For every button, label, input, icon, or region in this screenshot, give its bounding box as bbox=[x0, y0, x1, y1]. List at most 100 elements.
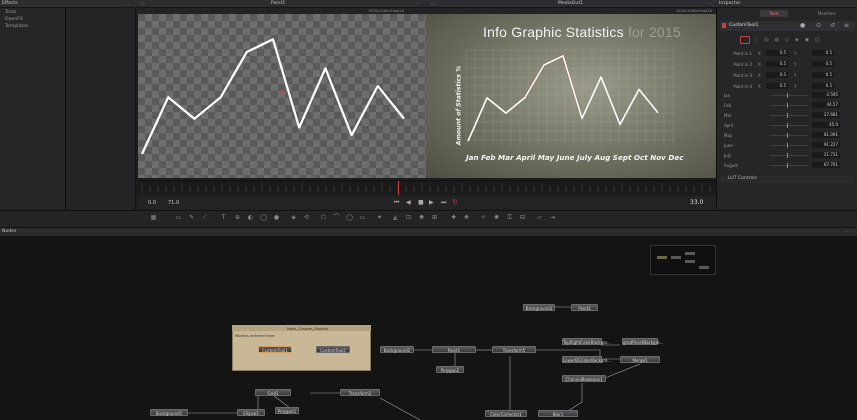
go-to-end-icon[interactable]: ⏭ bbox=[441, 199, 446, 207]
month-value-field[interactable]: 44.57 bbox=[812, 102, 840, 108]
node-polygon2[interactable]: Polygon2 bbox=[436, 366, 464, 373]
node-gradient-background[interactable]: gradResetBackgro... bbox=[622, 338, 663, 345]
transform-tool-icon[interactable]: ⟲ bbox=[303, 214, 310, 221]
node-minimap[interactable] bbox=[650, 245, 716, 275]
month-value-field[interactable]: 91.227 bbox=[812, 142, 840, 148]
point-x-field[interactable]: 0.5 bbox=[766, 83, 788, 89]
month-slider[interactable] bbox=[770, 115, 808, 116]
effects-item-openfx[interactable]: OpenFX bbox=[5, 17, 23, 23]
viewer1-zoom-icon[interactable]: ▭ bbox=[140, 1, 145, 7]
go-to-start-icon[interactable]: ⏮ bbox=[394, 199, 399, 207]
viewer2-zoom-icon[interactable]: ▭ bbox=[430, 1, 435, 7]
month-slider[interactable] bbox=[770, 105, 808, 106]
tab-modifiers[interactable]: Modifiers bbox=[812, 10, 842, 17]
node-merge5[interactable]: Merge5 bbox=[620, 356, 660, 363]
viewer2-canvas[interactable]: Info Graphic Statistics for 2015 Amount … bbox=[426, 14, 716, 178]
month-slider-knob[interactable] bbox=[787, 113, 788, 118]
node-background2[interactable]: Background2 bbox=[380, 346, 414, 353]
viewer2-menu-icon[interactable]: ⋯ bbox=[708, 1, 713, 7]
viewer1-canvas[interactable] bbox=[138, 14, 426, 178]
playhead[interactable] bbox=[398, 181, 399, 195]
point-x-field[interactable]: 0.5 bbox=[766, 61, 788, 67]
point-x-field[interactable]: 0.5 bbox=[766, 72, 788, 78]
month-value-field[interactable]: 21.731 bbox=[812, 152, 840, 158]
node-polygon1[interactable]: Polygon1 bbox=[275, 407, 299, 414]
node-background3[interactable]: Background3 bbox=[523, 304, 555, 311]
inspector-tab-icons[interactable]: ◌◎◍◇◈◉◫ bbox=[754, 37, 826, 43]
node-transform2[interactable]: Transform2 bbox=[340, 389, 380, 396]
step-back-icon[interactable]: ◀ bbox=[406, 199, 411, 206]
month-value-field[interactable]: -3.595 bbox=[812, 92, 840, 98]
frame-end[interactable]: 71.0 bbox=[168, 200, 179, 206]
ellipse-tool-icon[interactable]: ◯ bbox=[346, 214, 353, 221]
month-value-field[interactable]: 81.091 bbox=[812, 132, 840, 138]
shape3d-tool-icon[interactable]: ◭ bbox=[392, 214, 399, 221]
timeline-ruler[interactable] bbox=[138, 180, 716, 195]
node-background1[interactable]: Background1 bbox=[150, 409, 188, 416]
month-value-field[interactable]: 27.681 bbox=[812, 112, 840, 118]
inspector-node-bar[interactable]: CustomTool1 ● ⊙ ↺ ≡ bbox=[720, 21, 855, 31]
panel-menu-icon[interactable]: ⋯ bbox=[126, 2, 131, 8]
viewer1-crosshair-icon[interactable] bbox=[280, 90, 283, 93]
camera-tool-icon[interactable]: ⊡ bbox=[405, 214, 412, 221]
fx-tool-icon[interactable]: ✧ bbox=[480, 214, 487, 221]
node-lower-background[interactable]: LowerBGColorBackgro... bbox=[562, 356, 611, 363]
enable-icon[interactable]: ● bbox=[800, 22, 805, 29]
frame-start[interactable]: 0.0 bbox=[148, 200, 156, 206]
planar-tool-icon[interactable]: ▱ bbox=[536, 214, 543, 221]
glow-tool-icon[interactable]: ✺ bbox=[493, 214, 500, 221]
effects-item-tools[interactable]: Tools bbox=[5, 10, 16, 16]
keyer-tool-icon[interactable]: ⚿ bbox=[506, 214, 513, 221]
blur-tool-icon[interactable]: ◐ bbox=[247, 214, 254, 221]
stop-icon[interactable]: ■ bbox=[418, 199, 424, 206]
node-topright-background[interactable]: TopRightColorBackgro... bbox=[562, 338, 611, 345]
node-blur1[interactable]: Blur1 bbox=[538, 410, 578, 417]
node-paint1[interactable]: Paint1 bbox=[432, 346, 476, 353]
month-slider-knob[interactable] bbox=[787, 163, 788, 168]
current-frame[interactable]: 33.0 bbox=[690, 199, 703, 206]
point-x-field[interactable]: 0.5 bbox=[766, 50, 788, 56]
node-editor[interactable] bbox=[0, 237, 857, 420]
text-tool-icon[interactable]: T bbox=[220, 214, 227, 221]
node-channel-booleans1[interactable]: ChannelBooleans1 bbox=[562, 375, 606, 382]
point-y-field[interactable]: 0.5 bbox=[812, 50, 834, 56]
lut-controls-section[interactable]: › LUT Controls bbox=[720, 176, 855, 183]
node-color-corrector1[interactable]: ColorCorrector1 bbox=[485, 410, 527, 417]
month-value-field[interactable]: 67.701 bbox=[812, 162, 840, 168]
node-custom-tool2[interactable]: CustomTool2 bbox=[316, 346, 350, 353]
month-slider-knob[interactable] bbox=[787, 133, 788, 138]
tracker-tool-icon[interactable]: ✚ bbox=[450, 214, 457, 221]
month-slider[interactable] bbox=[770, 155, 808, 156]
point-y-field[interactable]: 0.5 bbox=[812, 61, 834, 67]
sticky-note-header[interactable]: Note_Custom_Months bbox=[232, 325, 371, 331]
nodes-menu-icon[interactable]: ⋯ bbox=[844, 229, 849, 235]
warp-tool-icon[interactable]: ❖ bbox=[463, 214, 470, 221]
polygon-tool-icon[interactable]: ⬠ bbox=[320, 214, 327, 221]
particle-tool-icon[interactable]: ✦ bbox=[376, 214, 383, 221]
color-tool-icon[interactable]: ◈ bbox=[290, 214, 297, 221]
point-y-field[interactable]: 0.5 bbox=[812, 83, 834, 89]
output-tool-icon[interactable]: ⇥ bbox=[549, 214, 556, 221]
month-slider[interactable] bbox=[770, 165, 808, 166]
node-grid1[interactable]: Grid1 bbox=[255, 389, 291, 396]
effects-item-templates[interactable]: Templates bbox=[5, 24, 28, 30]
menu-icon[interactable]: ≡ bbox=[844, 22, 849, 29]
month-slider[interactable] bbox=[770, 145, 808, 146]
bspline-tool-icon[interactable]: ⌒ bbox=[333, 214, 340, 221]
play-icon[interactable]: ▶ bbox=[429, 199, 434, 206]
node-transform5[interactable]: Transform5 bbox=[492, 346, 536, 353]
channel-tool-icon[interactable]: ⊟ bbox=[519, 214, 526, 221]
point-y-field[interactable]: 0.5 bbox=[812, 72, 834, 78]
reset-icon[interactable]: ↺ bbox=[830, 22, 835, 29]
node-paint2[interactable]: Paint2 bbox=[571, 304, 598, 311]
node-custom-tool1[interactable]: CustomTool1 bbox=[258, 346, 292, 353]
node-ellipse1[interactable]: Ellipse1 bbox=[237, 409, 265, 416]
drop-tool-icon[interactable]: ● bbox=[273, 214, 280, 221]
sticky-note[interactable] bbox=[232, 325, 371, 371]
renderer-tool-icon[interactable]: ⊞ bbox=[431, 214, 438, 221]
month-slider-knob[interactable] bbox=[787, 93, 788, 98]
tab-tools[interactable]: Tools bbox=[760, 10, 788, 17]
month-value-field[interactable]: 45.0 bbox=[812, 122, 840, 128]
light-tool-icon[interactable]: ✺ bbox=[418, 214, 425, 221]
paint-tool-icon[interactable]: ✎ bbox=[188, 214, 195, 221]
